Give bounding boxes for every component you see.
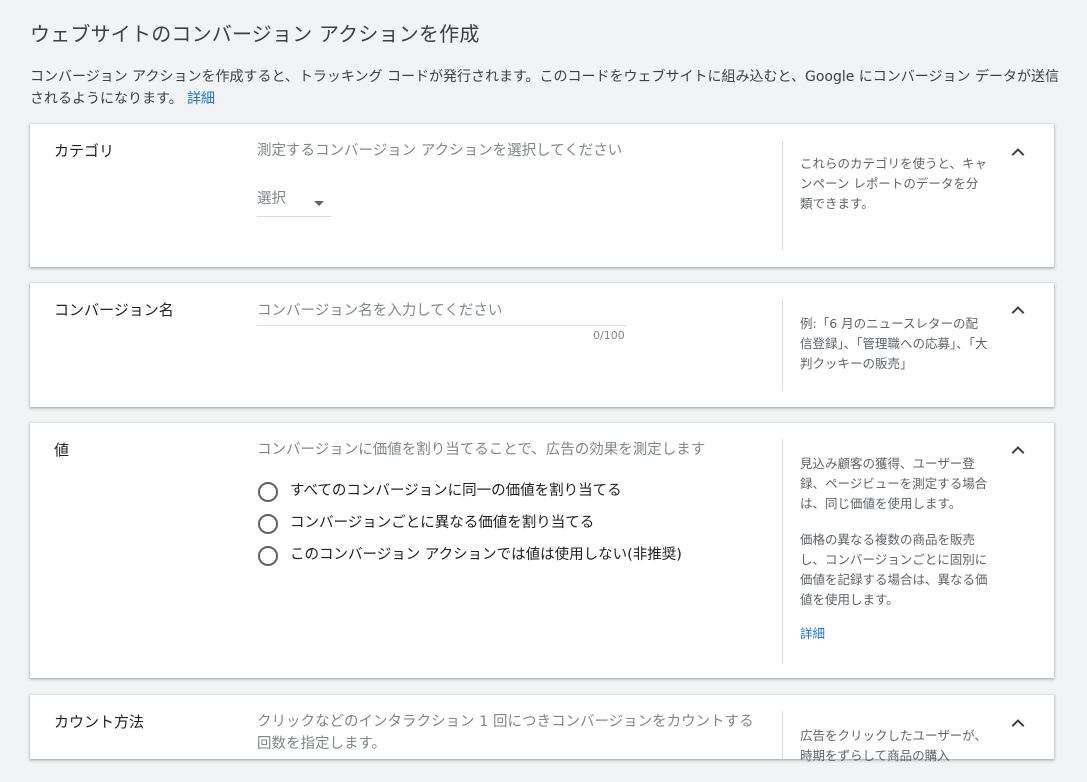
value-option-label: すべてのコンバージョンに同一の価値を割り当てる bbox=[290, 483, 622, 499]
intro-text: コンバージョン アクションを作成すると、トラッキング コードが発行されます。この… bbox=[30, 66, 1060, 110]
conversion-name-counter: 0/100 bbox=[593, 329, 625, 342]
value-learn-more-link[interactable]: 詳細 bbox=[800, 626, 825, 641]
value-option-label: このコンバージョン アクションでは値は使用しない(非推奨) bbox=[290, 547, 682, 563]
category-help-text: これらのカテゴリを使うと、キャンペーン レポートのデータを分類できます。 bbox=[800, 156, 988, 211]
conversion-name-collapse-chevron-up-icon[interactable] bbox=[1008, 300, 1028, 320]
value-card: 値 コンバージョンに価値を割り当てることで、広告の効果を測定します すべてのコン… bbox=[30, 423, 1054, 678]
value-option-label: コンバージョンごとに異なる価値を割り当てる bbox=[290, 515, 595, 531]
radio-unchecked-icon[interactable] bbox=[258, 514, 278, 534]
value-divider bbox=[782, 439, 783, 664]
category-divider bbox=[782, 140, 783, 250]
count-description: クリックなどのインタラクション 1 回につきコンバージョンをカウントする回数を指… bbox=[257, 714, 754, 752]
category-collapse-chevron-up-icon[interactable] bbox=[1008, 142, 1028, 162]
radio-unchecked-icon[interactable] bbox=[258, 482, 278, 502]
count-help-text: 広告をクリックしたユーザーが、時期をずらして商品の購入 bbox=[800, 728, 988, 763]
value-help-text-1: 見込み顧客の獲得、ユーザー登録、ページビューを測定する場合は、同じ価値を使用しま… bbox=[800, 456, 988, 511]
category-title: カテゴリ bbox=[54, 142, 115, 160]
conversion-name-help-text: 例:「6 月のニュースレターの配信登録」、「管理職への応募」、「大判クッキーの販… bbox=[800, 316, 988, 371]
count-card: カウント方法 クリックなどのインタラクション 1 回につきコンバージョンをカウン… bbox=[30, 695, 1054, 763]
count-title: カウント方法 bbox=[54, 713, 145, 731]
value-collapse-chevron-up-icon[interactable] bbox=[1008, 440, 1028, 460]
value-description: コンバージョンに価値を割り当てることで、広告の効果を測定します bbox=[257, 442, 706, 458]
value-help-text-2: 価格の異なる複数の商品を販売し、コンバージョンごとに固別に価値を記録する場合は、… bbox=[800, 532, 988, 607]
category-help: これらのカテゴリを使うと、キャンペーン レポートのデータを分類できます。 bbox=[800, 154, 990, 230]
value-help: 見込み顧客の獲得、ユーザー登録、ページビューを測定する場合は、同じ価値を使用しま… bbox=[800, 454, 990, 644]
value-title: 値 bbox=[54, 441, 70, 459]
category-select[interactable]: 選択 bbox=[257, 182, 331, 217]
conversion-name-help: 例:「6 月のニュースレターの配信登録」、「管理職への応募」、「大判クッキーの販… bbox=[800, 314, 990, 390]
count-help: 広告をクリックしたユーザーが、時期をずらして商品の購入 bbox=[800, 726, 990, 782]
count-collapse-chevron-up-icon[interactable] bbox=[1008, 713, 1028, 733]
dropdown-arrow-icon bbox=[314, 192, 324, 211]
conversion-name-input[interactable] bbox=[257, 297, 627, 326]
radio-unchecked-icon[interactable] bbox=[258, 546, 278, 566]
conversion-name-title: コンバージョン名 bbox=[54, 301, 174, 319]
conversion-name-card: コンバージョン名 0/100 例:「6 月のニュースレターの配信登録」、「管理職… bbox=[30, 283, 1054, 407]
count-divider bbox=[782, 711, 783, 759]
page-title: ウェブサイトのコンバージョン アクションを作成 bbox=[30, 22, 480, 46]
category-description: 測定するコンバージョン アクションを選択してください bbox=[257, 143, 623, 159]
category-select-label: 選択 bbox=[257, 191, 286, 207]
intro-learn-more-link[interactable]: 詳細 bbox=[187, 91, 215, 107]
conversion-name-divider bbox=[782, 299, 783, 391]
category-card: カテゴリ 測定するコンバージョン アクションを選択してください 選択 これらのカ… bbox=[30, 124, 1054, 267]
intro-description: コンバージョン アクションを作成すると、トラッキング コードが発行されます。この… bbox=[30, 69, 1059, 107]
